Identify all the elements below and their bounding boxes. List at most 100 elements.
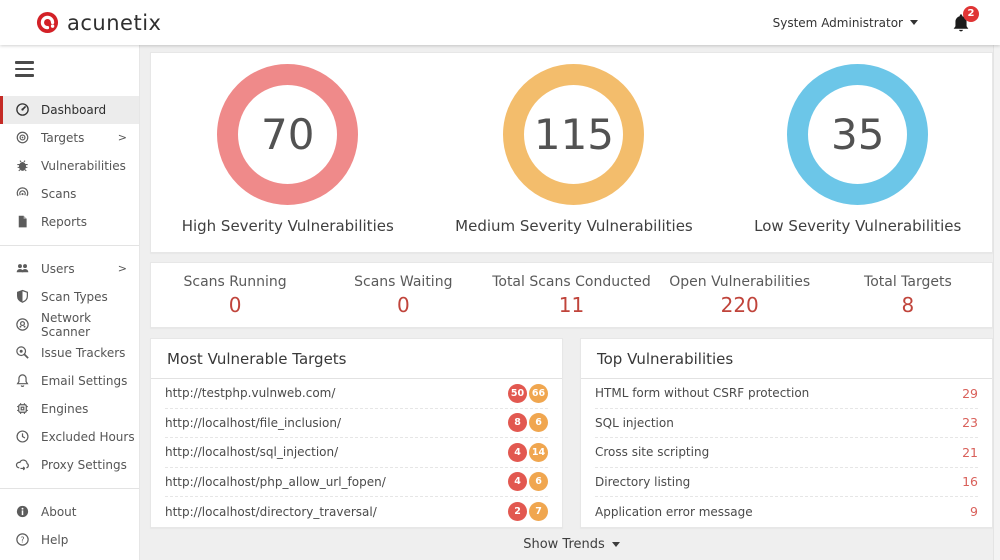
sidebar-item-users[interactable]: Users > bbox=[0, 255, 139, 283]
acunetix-logo[interactable]: acunetix bbox=[36, 11, 161, 35]
high-count-badge: 4 bbox=[508, 472, 527, 491]
cloud-arrow-icon bbox=[15, 457, 30, 472]
svg-text:?: ? bbox=[20, 535, 24, 544]
vulnerability-row[interactable]: Application error message 9 bbox=[595, 497, 978, 527]
target-row[interactable]: http://localhost/sql_injection/ 414 bbox=[165, 438, 548, 468]
target-url: http://localhost/sql_injection/ bbox=[165, 445, 508, 459]
main-content: 70 High Severity Vulnerabilities 115 Med… bbox=[140, 45, 1000, 560]
top-vulnerabilities-panel: Top Vulnerabilities HTML form without CS… bbox=[580, 338, 993, 528]
scrollbar-track[interactable] bbox=[993, 45, 1000, 560]
sidebar-item-issue-trackers[interactable]: Issue Trackers bbox=[0, 339, 139, 367]
sidebar-item-scan-types[interactable]: Scan Types bbox=[0, 283, 139, 311]
high-severity-ring: 70 High Severity Vulnerabilities bbox=[182, 64, 394, 252]
sidebar-item-label: Users bbox=[41, 262, 118, 276]
medium-severity-count: 115 bbox=[534, 110, 614, 159]
sidebar-item-engines[interactable]: Engines bbox=[0, 395, 139, 423]
target-url: http://localhost/directory_traversal/ bbox=[165, 505, 508, 519]
shield-icon bbox=[15, 289, 30, 304]
sidebar-item-email-settings[interactable]: Email Settings bbox=[0, 367, 139, 395]
info-icon bbox=[15, 504, 30, 519]
sidebar-item-vulnerabilities[interactable]: Vulnerabilities bbox=[0, 152, 139, 180]
sidebar-item-label: Dashboard bbox=[41, 103, 139, 117]
target-row[interactable]: http://testphp.vulnweb.com/ 5066 bbox=[165, 379, 548, 409]
target-row[interactable]: http://localhost/php_allow_url_fopen/ 46 bbox=[165, 468, 548, 498]
vulnerability-name: SQL injection bbox=[595, 416, 962, 430]
users-icon bbox=[15, 261, 30, 276]
sidebar-item-label: Network Scanner bbox=[41, 311, 139, 339]
stats-panel: Scans Running 0 Scans Waiting 0 Total Sc… bbox=[150, 262, 993, 328]
top-bar: acunetix System Administrator 2 bbox=[0, 0, 1000, 45]
vulnerability-row[interactable]: SQL injection 23 bbox=[595, 409, 978, 439]
target-row[interactable]: http://localhost/directory_traversal/ 27 bbox=[165, 497, 548, 527]
report-icon bbox=[15, 214, 30, 229]
medium-count-badge: 14 bbox=[529, 443, 548, 462]
sidebar-item-label: Proxy Settings bbox=[41, 458, 139, 472]
panel-title: Most Vulnerable Targets bbox=[151, 339, 562, 379]
notification-count-badge: 2 bbox=[963, 6, 979, 22]
user-menu-label: System Administrator bbox=[773, 16, 903, 30]
sidebar-item-label: Excluded Hours bbox=[41, 430, 139, 444]
sidebar-item-label: Help bbox=[41, 533, 139, 547]
sidebar-item-targets[interactable]: Targets > bbox=[0, 124, 139, 152]
sidebar-item-excluded-hours[interactable]: Excluded Hours bbox=[0, 423, 139, 451]
vulnerability-row[interactable]: Cross site scripting 21 bbox=[595, 438, 978, 468]
scans-icon bbox=[15, 186, 30, 201]
sidebar-item-label: Scans bbox=[41, 187, 139, 201]
vulnerability-name: Directory listing bbox=[595, 475, 962, 489]
medium-count-badge: 66 bbox=[529, 384, 548, 403]
vulnerability-count: 29 bbox=[962, 386, 978, 401]
high-severity-count: 70 bbox=[261, 110, 314, 159]
target-row[interactable]: http://localhost/file_inclusion/ 86 bbox=[165, 409, 548, 439]
caret-down-icon bbox=[612, 542, 620, 547]
issue-tracker-icon bbox=[15, 345, 30, 360]
stat-total-scans: Total Scans Conducted 11 bbox=[487, 274, 655, 317]
sidebar-item-about[interactable]: About bbox=[0, 498, 139, 526]
vulnerability-name: Application error message bbox=[595, 505, 970, 519]
hamburger-icon bbox=[15, 61, 34, 64]
target-icon bbox=[15, 130, 30, 145]
target-url: http://localhost/php_allow_url_fopen/ bbox=[165, 475, 508, 489]
show-trends-button[interactable]: Show Trends bbox=[150, 528, 993, 560]
sidebar-item-help[interactable]: ? Help bbox=[0, 526, 139, 554]
notifications-button[interactable]: 2 bbox=[952, 13, 970, 33]
stat-total-targets: Total Targets 8 bbox=[824, 274, 992, 317]
sidebar-item-scans[interactable]: Scans bbox=[0, 180, 139, 208]
bug-icon bbox=[15, 158, 30, 173]
caret-down-icon bbox=[910, 20, 918, 25]
vulnerability-row[interactable]: Directory listing 16 bbox=[595, 468, 978, 498]
sidebar-divider bbox=[0, 245, 139, 246]
sidebar-item-reports[interactable]: Reports bbox=[0, 208, 139, 236]
high-count-badge: 2 bbox=[508, 502, 527, 521]
network-scanner-icon bbox=[15, 317, 30, 332]
low-severity-count: 35 bbox=[831, 110, 884, 159]
sidebar-item-label: Email Settings bbox=[41, 374, 139, 388]
user-menu[interactable]: System Administrator bbox=[773, 16, 918, 30]
sidebar-item-label: Scan Types bbox=[41, 290, 139, 304]
chevron-right-icon: > bbox=[118, 262, 127, 275]
high-count-badge: 50 bbox=[508, 384, 527, 403]
sidebar-item-proxy-settings[interactable]: Proxy Settings bbox=[0, 451, 139, 479]
sidebar-item-label: Vulnerabilities bbox=[41, 159, 139, 173]
medium-count-badge: 6 bbox=[529, 413, 548, 432]
sidebar-item-label: Engines bbox=[41, 402, 139, 416]
medium-severity-label: Medium Severity Vulnerabilities bbox=[455, 217, 693, 235]
help-icon: ? bbox=[15, 532, 30, 547]
sidebar-item-label: Targets bbox=[41, 131, 118, 145]
chip-icon bbox=[15, 401, 30, 416]
vulnerability-row[interactable]: HTML form without CSRF protection 29 bbox=[595, 379, 978, 409]
vulnerability-name: HTML form without CSRF protection bbox=[595, 386, 962, 400]
severity-rings-panel: 70 High Severity Vulnerabilities 115 Med… bbox=[150, 52, 993, 253]
sidebar-item-network-scanner[interactable]: Network Scanner bbox=[0, 311, 139, 339]
acunetix-logo-icon bbox=[36, 11, 59, 34]
medium-count-badge: 7 bbox=[529, 502, 548, 521]
vulnerability-count: 9 bbox=[970, 504, 978, 519]
sidebar-item-dashboard[interactable]: Dashboard bbox=[0, 96, 139, 124]
low-severity-label: Low Severity Vulnerabilities bbox=[754, 217, 961, 235]
high-count-badge: 4 bbox=[508, 443, 527, 462]
bell-outline-icon bbox=[15, 373, 30, 388]
medium-count-badge: 6 bbox=[529, 472, 548, 491]
menu-toggle-button[interactable] bbox=[0, 45, 139, 91]
sidebar-item-label: About bbox=[41, 505, 139, 519]
panel-title: Top Vulnerabilities bbox=[581, 339, 992, 379]
sidebar-item-label: Issue Trackers bbox=[41, 346, 139, 360]
